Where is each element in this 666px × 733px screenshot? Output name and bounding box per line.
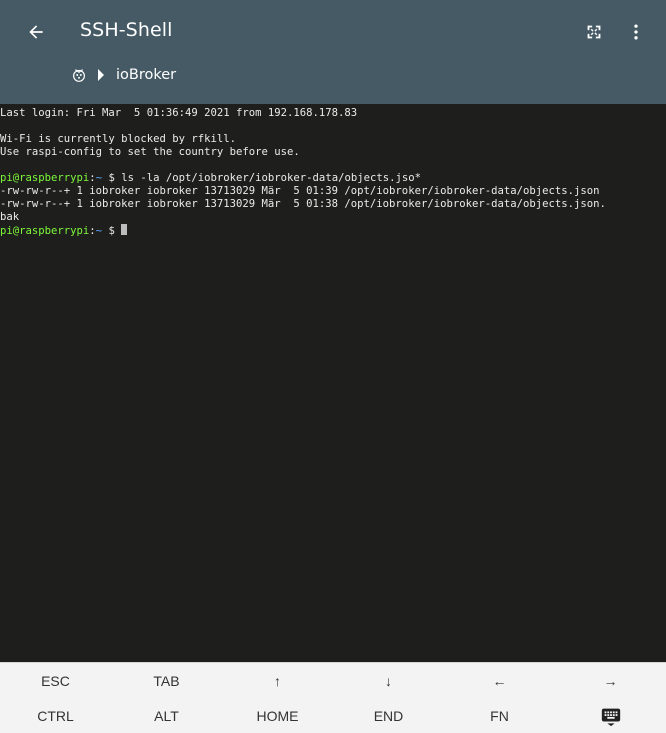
ctrl-key[interactable]: CTRL — [0, 698, 111, 733]
terminal-line: Last login: Fri Mar 5 01:36:49 2021 from… — [0, 107, 358, 119]
prompt-symbol: $ — [102, 172, 122, 184]
prompt-symbol: $ — [102, 225, 122, 237]
tab-key[interactable]: TAB — [111, 663, 222, 698]
terminal-cursor — [121, 224, 128, 235]
arrow-down-key[interactable]: ↓ — [333, 663, 444, 698]
terminal-text: Last login: Fri Mar 5 01:36:49 2021 from… — [0, 104, 666, 238]
terminal-output[interactable]: Last login: Fri Mar 5 01:36:49 2021 from… — [0, 104, 666, 662]
page-title: SSH-Shell — [80, 19, 173, 41]
terminal-line: -rw-rw-r--+ 1 iobroker iobroker 13713029… — [0, 198, 606, 210]
raspberry-icon[interactable] — [70, 66, 88, 84]
back-button[interactable] — [22, 18, 50, 46]
breadcrumb: ioBroker — [70, 64, 176, 86]
arrow-left-key[interactable]: ← — [444, 663, 555, 698]
alt-key[interactable]: ALT — [111, 698, 222, 733]
arrow-up-key[interactable]: ↑ — [222, 663, 333, 698]
prompt-user: pi@raspberrypi — [0, 172, 90, 184]
end-key[interactable]: END — [333, 698, 444, 733]
extra-keys-bar: ESC TAB ↑ ↓ ← → CTRL ALT HOME END FN — [0, 662, 666, 733]
extra-keys-row-1: ESC TAB ↑ ↓ ← → — [0, 663, 666, 698]
terminal-line: -rw-rw-r--+ 1 iobroker iobroker 13713029… — [0, 185, 600, 197]
keyboard-icon — [601, 708, 620, 726]
more-vert-icon — [634, 24, 638, 40]
breadcrumb-iobroker[interactable]: ioBroker — [116, 67, 176, 83]
arrow-back-icon — [29, 25, 43, 39]
terminal-command: ls -la /opt/iobroker/iobroker-data/objec… — [121, 172, 421, 184]
prompt-user: pi@raspberrypi — [0, 225, 90, 237]
terminal-line: Wi-Fi is currently blocked by rfkill. — [0, 133, 236, 145]
home-key[interactable]: HOME — [222, 698, 333, 733]
chevron-right-icon — [98, 69, 104, 81]
fullscreen-button[interactable] — [580, 18, 608, 46]
terminal-line: Use raspi-config to set the country befo… — [0, 146, 300, 158]
app-bar: SSH-Shell ioBroker — [0, 0, 666, 104]
more-options-button[interactable] — [622, 18, 650, 46]
esc-key[interactable]: ESC — [0, 663, 111, 698]
keyboard-toggle-button[interactable] — [555, 698, 666, 733]
fullscreen-icon — [587, 25, 601, 39]
fn-key[interactable]: FN — [444, 698, 555, 733]
extra-keys-row-2: CTRL ALT HOME END FN — [0, 698, 666, 733]
terminal-line: bak — [0, 211, 20, 223]
arrow-right-key[interactable]: → — [555, 663, 666, 698]
